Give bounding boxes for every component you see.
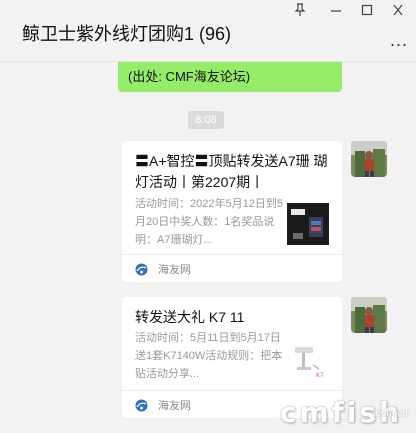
maximize-icon[interactable]: [356, 3, 378, 21]
avatar[interactable]: [351, 297, 387, 333]
title-bar: 鲸卫士紫外线灯团购1 (96) ...: [0, 0, 416, 60]
source-name: 海友网: [158, 400, 191, 412]
card-thumbnail: K7: [287, 339, 329, 381]
avatar[interactable]: [351, 141, 387, 177]
card-thumbnail: [287, 203, 329, 245]
message-text: (出处: CMF海友论坛): [128, 69, 251, 84]
source-app-icon: [135, 399, 148, 412]
message-timestamp: 8:08: [188, 111, 224, 129]
source-app-icon: [135, 263, 148, 276]
card-description: 活动时间：2022年5月12日到5月20日中奖人数：1名奖品说明：A7珊瑚灯..…: [135, 198, 283, 246]
minimize-icon[interactable]: [325, 3, 347, 21]
card-footer: 海友网: [122, 254, 342, 282]
source-name: 海友网: [158, 264, 191, 276]
chat-title: 鲸卫士紫外线灯团购1 (96): [22, 24, 232, 44]
svg-text:K7: K7: [316, 372, 324, 379]
pin-icon[interactable]: [289, 3, 311, 21]
close-icon[interactable]: [387, 3, 409, 21]
card-description: 活动时间：5月11日到5月17日送1套K7140W活动规则：把本贴活动分享...: [135, 332, 283, 380]
more-options-button[interactable]: ...: [390, 30, 408, 51]
card-title: 〓A+智控〓顶贴转发送A7珊 瑚灯活动丨第2207期丨: [135, 153, 328, 190]
card-title: 转发送大礼 K7 11: [135, 309, 245, 325]
link-card[interactable]: 〓A+智控〓顶贴转发送A7珊 瑚灯活动丨第2207期丨 活动时间：2022年5月…: [122, 141, 342, 282]
watermark-domain: .com.cn: [372, 408, 408, 419]
sent-message-bubble[interactable]: (出处: CMF海友论坛): [118, 62, 342, 92]
